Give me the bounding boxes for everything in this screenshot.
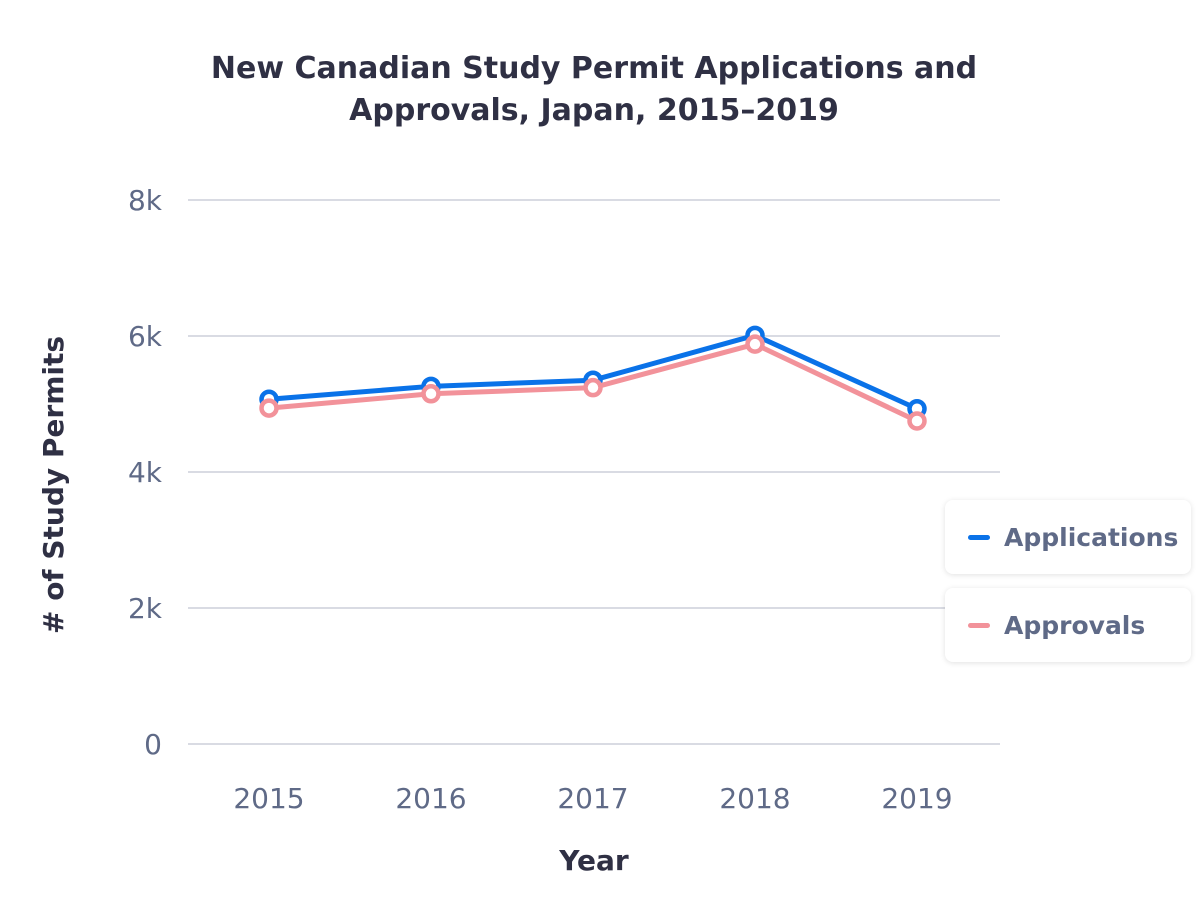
data-point-approvals[interactable]: [745, 334, 765, 354]
legend-label-applications: Applications: [1004, 522, 1179, 552]
y-tick-label: 8k: [128, 184, 163, 217]
y-axis-label: # of Study Permits: [37, 336, 70, 634]
data-point-approvals[interactable]: [259, 398, 279, 418]
data-point-approvals[interactable]: [907, 411, 927, 431]
x-tick-label: 2019: [881, 782, 952, 815]
x-tick-label: 2015: [233, 782, 304, 815]
line-chart: 0 2k 4k 6k 8k 2015 2016 2017 2018 2019 Year # of…: [37, 184, 1000, 877]
y-tick-label: 6k: [128, 320, 163, 353]
x-tick-label: 2016: [395, 782, 466, 815]
x-tick-label: 2018: [719, 782, 790, 815]
x-tick-label: 2017: [557, 782, 628, 815]
y-axis-ticks: 0 2k 4k 6k 8k: [128, 184, 163, 761]
legend-item-approvals[interactable]: Approvals: [945, 588, 1191, 662]
x-axis-label: Year: [558, 844, 629, 877]
y-tick-label: 2k: [128, 592, 163, 625]
data-point-approvals[interactable]: [421, 384, 441, 404]
legend-item-applications[interactable]: Applications: [945, 500, 1191, 574]
series-group: [259, 325, 927, 431]
legend-label-approvals: Approvals: [1004, 610, 1146, 640]
y-tick-label: 0: [144, 728, 162, 761]
series-approvals: [259, 334, 927, 431]
legend-swatch-applications: [968, 534, 990, 540]
legend-swatch-approvals: [968, 622, 990, 628]
y-tick-label: 4k: [128, 456, 163, 489]
gridlines: [188, 199, 1000, 745]
x-axis-ticks: 2015 2016 2017 2018 2019: [233, 782, 952, 815]
series-applications: [259, 325, 927, 419]
data-point-approvals[interactable]: [583, 377, 603, 398]
